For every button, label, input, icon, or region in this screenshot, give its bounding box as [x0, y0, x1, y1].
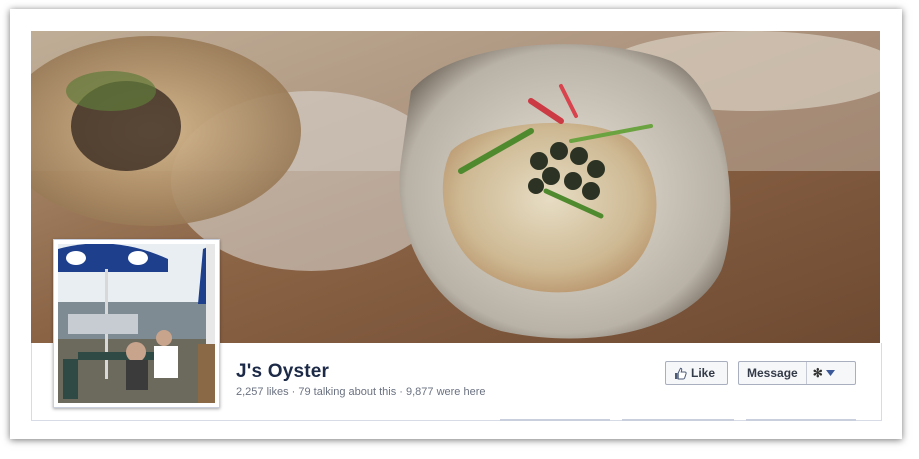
caret-down-icon: [825, 370, 835, 376]
tab-strip-3: [746, 419, 856, 421]
page-stats: 2,257 likes · 79 talking about this · 9,…: [236, 386, 486, 398]
settings-dropdown[interactable]: ✻: [807, 366, 835, 380]
gear-icon: ✻: [812, 366, 823, 380]
page-header-card: J's Oyster 2,257 likes · 79 talking abou…: [10, 9, 902, 439]
like-button[interactable]: Like: [665, 361, 728, 385]
message-label: Message: [739, 362, 807, 384]
message-button[interactable]: Message ✻: [738, 361, 856, 385]
like-label: Like: [691, 366, 716, 380]
tab-strip-1: [500, 419, 610, 421]
profile-picture[interactable]: [53, 239, 220, 408]
tab-strip-2: [622, 419, 734, 421]
page-title[interactable]: J's Oyster: [236, 361, 329, 383]
thumbs-up-icon: [674, 367, 687, 380]
